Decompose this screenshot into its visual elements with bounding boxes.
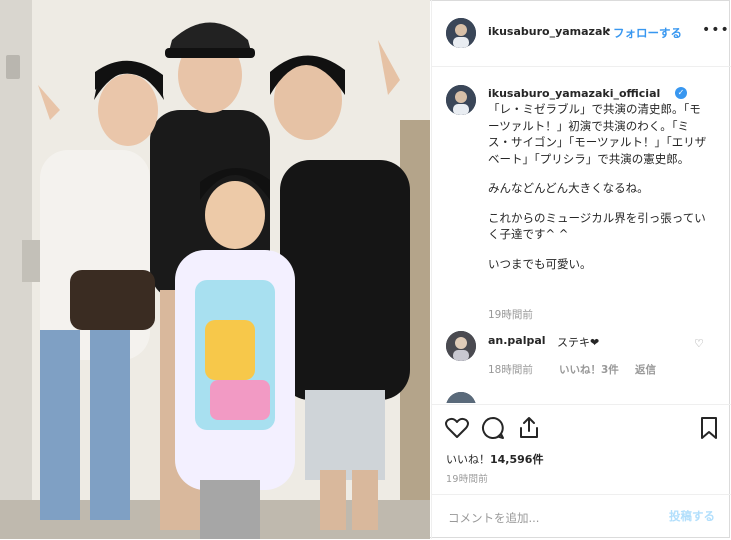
comment-bubble-icon[interactable] [480, 415, 506, 441]
comment-like-heart-icon[interactable]: ♡ [694, 337, 704, 350]
avatar-image-icon [446, 392, 476, 403]
share-icon[interactable] [516, 415, 542, 441]
author-username[interactable]: ikusaburo_yamazak [488, 25, 610, 38]
comment-input[interactable] [446, 507, 660, 529]
follow-button[interactable]: フォローする [613, 25, 682, 41]
author-avatar[interactable] [446, 18, 476, 48]
avatar-image-icon [446, 331, 476, 361]
comments-list[interactable]: ikusaburo_yamazaki_official ✓ 「レ・ミゼラブル」で… [432, 67, 731, 403]
post-header: ikusaburo_yamazak • フォローする ••• [432, 0, 731, 67]
post-comment-button[interactable]: 投稿する [669, 508, 715, 524]
likes-number: 14,596件 [490, 453, 544, 466]
bookmark-icon[interactable] [696, 415, 722, 441]
caption-author-avatar[interactable] [446, 85, 476, 115]
separator-dot: • [605, 24, 612, 37]
caption-paragraph: 「レ・ミゼラブル」で共演の清史郎。「モーツァルト！」初演で共演のわく。「ミス・サ… [488, 102, 707, 166]
comment-likes[interactable]: いいね！3件 [559, 362, 619, 377]
comment-username[interactable]: an.palpal [488, 334, 546, 347]
avatar-image-icon [446, 18, 476, 48]
caption-timestamp[interactable]: 19時間前 [488, 307, 533, 322]
add-comment-bar: 投稿する [432, 494, 731, 540]
photo-illustration [0, 0, 430, 539]
likes-count[interactable]: いいね！14,596件 [446, 451, 543, 467]
caption-text: 「レ・ミゼラブル」で共演の清史郎。「モーツァルト！」初演で共演のわく。「ミス・サ… [488, 101, 710, 272]
caption-username[interactable]: ikusaburo_yamazaki_official [488, 87, 660, 100]
commenter-avatar[interactable] [446, 331, 476, 361]
commenter-avatar[interactable] [446, 392, 476, 403]
likes-prefix: いいね！ [446, 453, 490, 466]
comment-timestamp[interactable]: 18時間前 [488, 362, 533, 377]
comment-reply-button[interactable]: 返信 [635, 362, 656, 377]
comment-text: ステキ❤ [557, 336, 600, 349]
post-photo[interactable] [0, 0, 430, 539]
verified-badge-icon: ✓ [675, 87, 687, 99]
post-actions: いいね！14,596件 19時間前 [432, 404, 731, 495]
caption-paragraph: みんなどんどん大きくなるね。 [488, 181, 649, 195]
more-options-icon[interactable]: ••• [702, 22, 730, 38]
like-heart-icon[interactable] [444, 415, 470, 441]
caption-paragraph: いつまでも可愛い。 [488, 256, 592, 271]
post-side-panel: ikusaburo_yamazak • フォローする ••• ikusaburo… [431, 0, 731, 539]
avatar-image-icon [446, 85, 476, 115]
caption-paragraph: これからのミュージカル界を引っ張っていく子達です^ ^ [488, 210, 706, 242]
post-timestamp[interactable]: 19時間前 [446, 471, 488, 485]
